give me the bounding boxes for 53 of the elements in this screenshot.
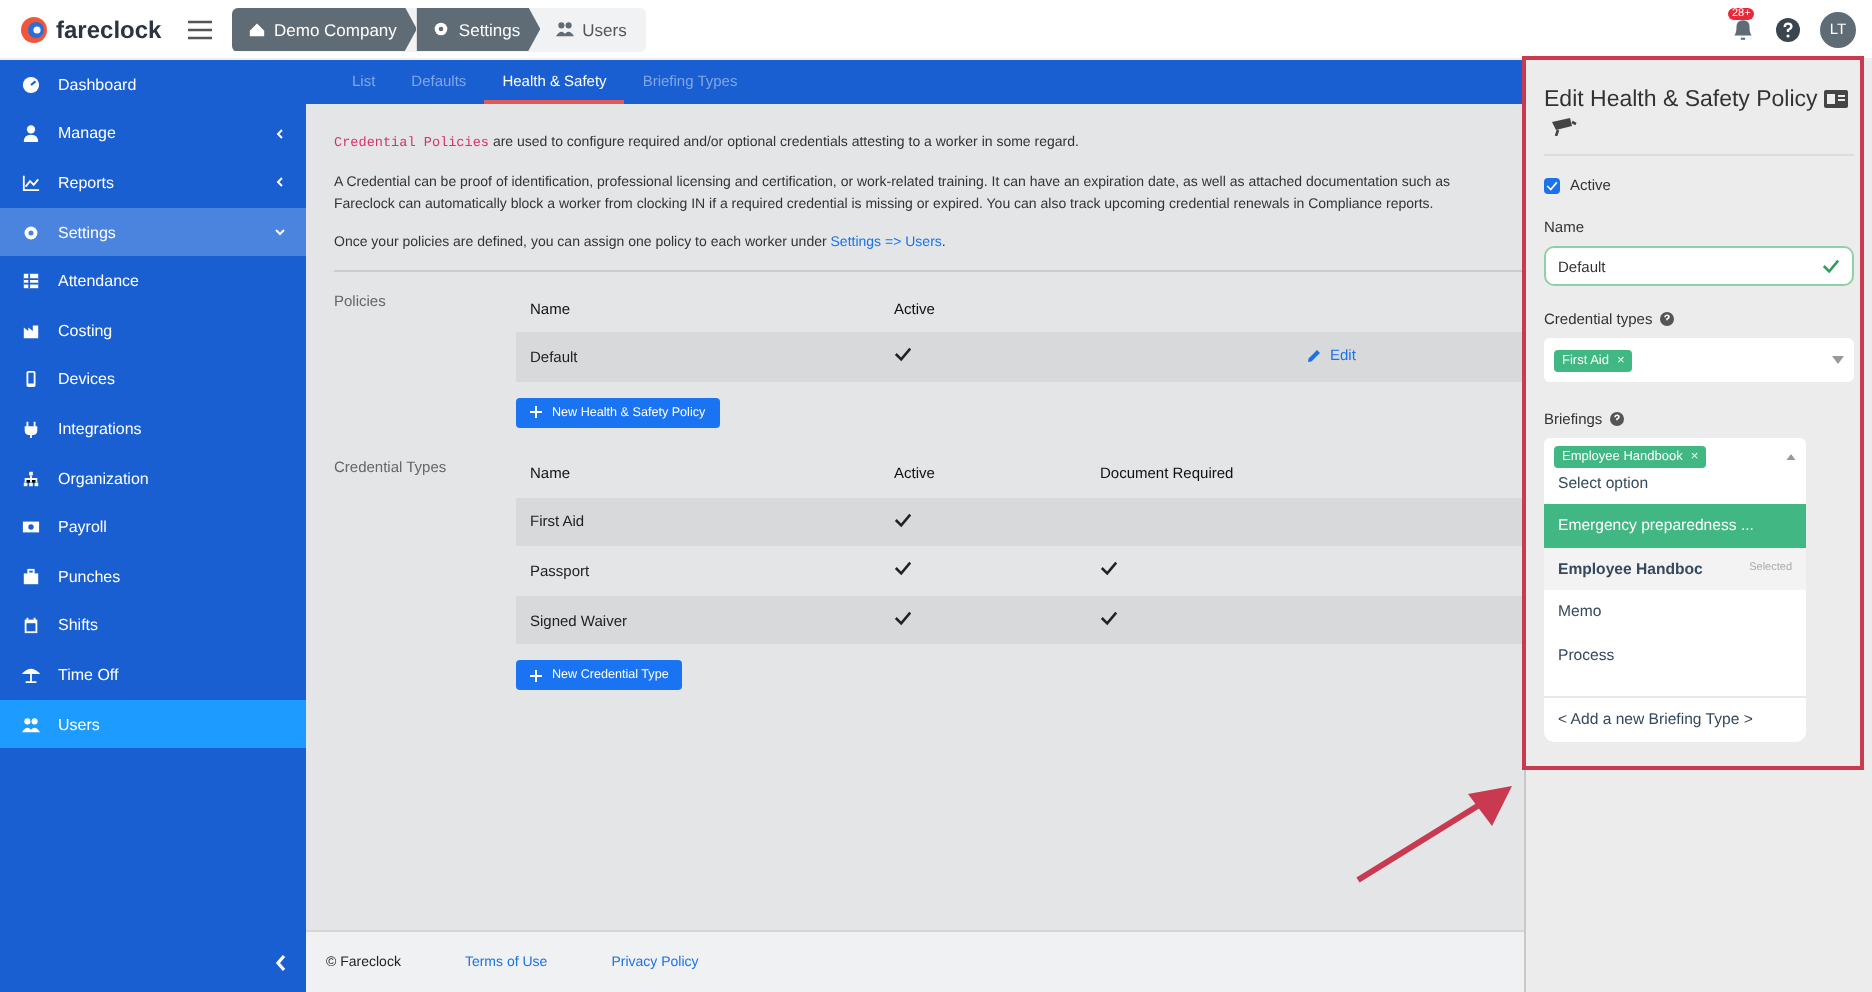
sidebar-item[interactable]: Integrations bbox=[0, 404, 306, 454]
breadcrumb-link[interactable]: Demo Company bbox=[232, 7, 417, 51]
breadcrumb-link[interactable]: Users bbox=[540, 7, 647, 51]
plus-icon bbox=[530, 669, 542, 682]
sidebar-item[interactable]: Reports bbox=[0, 158, 306, 208]
menu-item-icon bbox=[22, 419, 40, 438]
menu-item-icon bbox=[22, 518, 40, 537]
gear-icon bbox=[432, 20, 451, 38]
breadcrumb-link[interactable]: Settings bbox=[416, 7, 541, 51]
id-card-icon bbox=[1823, 90, 1848, 109]
sidebar-item[interactable]: Users bbox=[0, 699, 306, 749]
pencil-icon bbox=[1306, 347, 1322, 364]
menu-item-icon bbox=[22, 223, 40, 242]
home-icon bbox=[248, 20, 266, 38]
sidebar-item[interactable]: Organization bbox=[0, 453, 306, 503]
brand-name: fareclock bbox=[56, 15, 162, 43]
sidebar-item[interactable]: Time Off bbox=[0, 650, 306, 700]
menu-item-icon bbox=[22, 124, 40, 143]
collapse-icon[interactable] bbox=[274, 954, 288, 972]
help-icon[interactable] bbox=[1610, 412, 1625, 426]
caret-up-icon bbox=[1786, 454, 1796, 460]
menu-item-icon bbox=[22, 75, 40, 94]
menu-item-icon bbox=[22, 567, 40, 586]
menu-item-icon bbox=[22, 665, 40, 684]
check-icon bbox=[1546, 177, 1558, 193]
menu-item-icon bbox=[22, 272, 40, 291]
sidebar-item[interactable]: Shifts bbox=[0, 601, 306, 651]
menu-item-icon bbox=[22, 321, 40, 340]
menu-item-icon bbox=[22, 173, 40, 192]
sidebar-item[interactable]: Costing bbox=[0, 305, 306, 356]
menu-icon[interactable] bbox=[188, 19, 212, 39]
menu-item-icon bbox=[22, 715, 40, 734]
active-checkbox[interactable] bbox=[1544, 177, 1560, 193]
help-icon[interactable] bbox=[1776, 17, 1800, 41]
sidebar-item[interactable]: Manage bbox=[0, 109, 306, 159]
sidebar-item[interactable]: Punches bbox=[0, 551, 306, 602]
sidebar-item[interactable]: Payroll bbox=[0, 502, 306, 552]
menu-item-icon bbox=[22, 469, 40, 488]
sidebar-item[interactable]: Devices bbox=[0, 355, 306, 405]
sidebar-item[interactable]: Dashboard bbox=[0, 60, 306, 110]
menu-item-icon bbox=[22, 370, 40, 389]
logo-icon bbox=[20, 15, 48, 43]
sidebar-item[interactable]: Attendance bbox=[0, 256, 306, 306]
panel-title: Edit Health & Safety Policy bbox=[1544, 88, 1818, 112]
bell-icon[interactable] bbox=[1730, 16, 1756, 42]
caret-down-icon bbox=[1832, 356, 1844, 364]
help-icon[interactable] bbox=[1660, 312, 1675, 326]
users-icon bbox=[556, 20, 575, 38]
camera-icon bbox=[1550, 118, 1578, 137]
menu-item-icon bbox=[22, 616, 40, 635]
plus-icon bbox=[530, 406, 542, 419]
check-icon bbox=[1822, 258, 1840, 274]
sidebar-item[interactable]: Settings bbox=[0, 207, 306, 257]
